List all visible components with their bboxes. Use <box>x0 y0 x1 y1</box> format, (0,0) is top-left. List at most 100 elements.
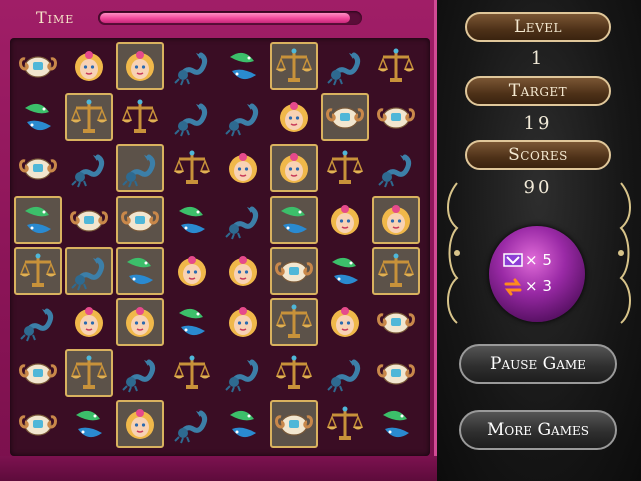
aries-icon <box>19 414 57 436</box>
tile-scorpio[interactable] <box>321 349 369 397</box>
game-grid[interactable] <box>10 38 430 456</box>
tile-pisces[interactable] <box>372 400 420 448</box>
tile-virgo[interactable] <box>65 42 113 90</box>
libra-icon <box>71 99 108 134</box>
tile-pisces[interactable] <box>270 195 318 244</box>
libra-icon <box>275 48 313 82</box>
target-label: Target <box>465 76 611 106</box>
level-label: Level <box>465 12 611 42</box>
tile-scorpio[interactable] <box>219 349 267 397</box>
tile-libra[interactable] <box>321 400 369 448</box>
tile-aries[interactable] <box>270 246 318 295</box>
tile-pisces[interactable] <box>65 400 113 448</box>
tile-pisces[interactable] <box>168 298 216 346</box>
swap-powerup-icon[interactable] <box>503 278 523 296</box>
tile-scorpio[interactable] <box>219 196 267 244</box>
tile-pisces[interactable] <box>321 247 369 295</box>
game-screen: Time Level 1 Target 19 Scores 90 × 5 × 3… <box>0 0 641 481</box>
tile-virgo[interactable] <box>219 298 267 346</box>
tile-scorpio[interactable] <box>321 42 369 90</box>
more-games-button[interactable]: More Games <box>459 410 617 450</box>
tile-aries[interactable] <box>372 298 420 346</box>
tile-pisces[interactable] <box>219 42 267 90</box>
libra-icon <box>327 150 364 185</box>
tile-libra[interactable] <box>65 349 114 398</box>
tile-libra[interactable] <box>168 144 216 192</box>
tile-virgo[interactable] <box>116 42 165 90</box>
libra-icon <box>378 253 415 287</box>
tile-scorpio[interactable] <box>116 349 164 397</box>
tile-scorpio[interactable] <box>116 144 165 193</box>
tile-virgo[interactable] <box>270 144 318 193</box>
tile-scorpio[interactable] <box>14 298 62 346</box>
powerup-orb: × 5 × 3 <box>489 226 585 322</box>
virgo-icon <box>331 307 360 337</box>
tile-virgo[interactable] <box>116 298 165 346</box>
aries-icon <box>275 414 313 436</box>
tile-pisces[interactable] <box>219 400 267 448</box>
tile-libra[interactable] <box>14 246 62 295</box>
virgo-icon <box>177 255 206 286</box>
tile-libra[interactable] <box>270 42 318 90</box>
tile-scorpio[interactable] <box>219 93 267 141</box>
pisces-icon <box>127 257 154 284</box>
side-panel: Level 1 Target 19 Scores 90 × 5 × 3 Paus… <box>437 0 641 481</box>
board-footer-decoration <box>0 456 437 481</box>
tile-aries[interactable] <box>372 93 420 141</box>
tile-aries[interactable] <box>116 195 165 244</box>
tile-aries[interactable] <box>14 400 62 448</box>
libra-icon <box>173 150 210 185</box>
tile-virgo[interactable] <box>219 247 267 295</box>
right-scroll-ornament-icon <box>618 182 631 324</box>
tile-aries[interactable] <box>321 93 370 142</box>
tile-libra[interactable] <box>65 93 114 142</box>
tile-scorpio[interactable] <box>168 93 216 141</box>
tile-pisces[interactable] <box>168 196 216 244</box>
tile-scorpio[interactable] <box>372 144 420 192</box>
virgo-icon <box>126 307 155 337</box>
pisces-icon <box>229 411 256 438</box>
level-value: 1 <box>530 48 546 69</box>
scorpio-icon <box>71 154 105 188</box>
tile-libra[interactable] <box>168 349 216 397</box>
tile-virgo[interactable] <box>168 247 216 295</box>
aries-icon <box>70 209 109 232</box>
left-scroll-ornament-icon <box>447 182 460 324</box>
tile-aries[interactable] <box>65 196 113 244</box>
aries-icon <box>19 56 57 78</box>
scorpio-icon <box>327 359 361 393</box>
pisces-icon <box>25 206 51 233</box>
tile-libra[interactable] <box>270 298 318 346</box>
virgo-icon <box>228 153 257 184</box>
virgo-icon <box>126 409 155 440</box>
tile-scorpio[interactable] <box>168 42 216 90</box>
tile-scorpio[interactable] <box>168 400 216 448</box>
tile-pisces[interactable] <box>14 195 62 244</box>
tile-aries[interactable] <box>14 349 62 397</box>
tile-virgo[interactable] <box>116 400 165 449</box>
tile-virgo[interactable] <box>321 298 369 346</box>
tile-virgo[interactable] <box>270 93 318 141</box>
tile-libra[interactable] <box>321 144 369 192</box>
tile-aries[interactable] <box>14 144 62 192</box>
scorpio-icon <box>225 359 258 393</box>
tile-virgo[interactable] <box>321 196 369 244</box>
tile-libra[interactable] <box>270 349 318 397</box>
tile-pisces[interactable] <box>14 93 62 141</box>
shuffle-powerup-icon[interactable] <box>503 252 523 268</box>
tile-libra[interactable] <box>372 42 420 90</box>
tile-aries[interactable] <box>372 349 420 397</box>
libra-icon <box>327 406 364 441</box>
tile-virgo[interactable] <box>65 298 113 346</box>
scorpio-icon <box>20 308 54 342</box>
tile-libra[interactable] <box>372 246 421 295</box>
tile-pisces[interactable] <box>116 246 165 295</box>
tile-virgo[interactable] <box>372 195 421 244</box>
tile-scorpio[interactable] <box>65 246 114 295</box>
tile-scorpio[interactable] <box>65 144 113 192</box>
pause-game-button[interactable]: Pause Game <box>459 344 617 384</box>
tile-virgo[interactable] <box>219 144 267 192</box>
tile-aries[interactable] <box>270 400 318 449</box>
tile-aries[interactable] <box>14 42 62 90</box>
tile-libra[interactable] <box>116 93 164 141</box>
